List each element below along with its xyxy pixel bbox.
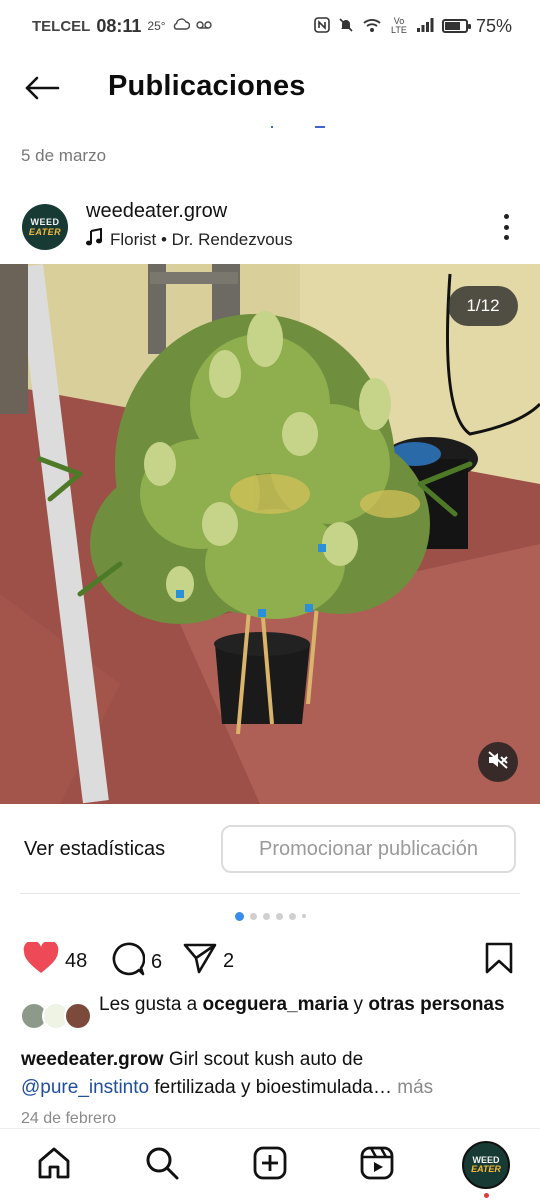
nav-create[interactable] <box>250 1145 290 1185</box>
carousel-dot <box>275 912 283 920</box>
home-icon <box>36 1145 72 1186</box>
post-date: 24 de febrero <box>21 1110 117 1127</box>
insights-row: Ver estadísticas Promocionar publicación <box>0 822 540 878</box>
carousel-dot <box>288 912 296 920</box>
more-options-button[interactable] <box>494 210 518 244</box>
comment-icon[interactable] <box>109 942 146 982</box>
plus-square-icon <box>252 1145 288 1186</box>
status-bar: TELCEL 08:11 25° Vo LTE 75% <box>0 0 540 52</box>
signal-icon <box>416 17 434 36</box>
arrow-left-icon <box>24 76 60 105</box>
wifi-icon <box>362 17 382 36</box>
liked-by[interactable]: Les gusta a oceguera_maria y otras perso… <box>0 992 540 1046</box>
comments-count[interactable]: 6 <box>151 951 162 974</box>
cloud-icon <box>172 17 190 35</box>
caption-text-2: fertilizada y bioestimulada… <box>149 1077 392 1098</box>
save-button[interactable] <box>484 942 514 979</box>
more-vertical-icon <box>503 214 509 219</box>
share-action[interactable]: 2 <box>183 942 234 980</box>
like-action[interactable]: 48 <box>23 940 87 980</box>
avatar-text-top: WEED <box>30 216 60 227</box>
nav-home[interactable] <box>34 1145 74 1185</box>
send-icon[interactable] <box>183 942 217 980</box>
view-insights-link[interactable]: Ver estadísticas <box>24 838 165 861</box>
avatar <box>64 1002 92 1030</box>
carousel-dot-active <box>234 911 244 921</box>
post-actions: 48 6 2 <box>0 936 540 982</box>
search-icon <box>144 1145 180 1186</box>
liked-by-prefix: Les gusta a <box>99 994 203 1015</box>
shares-count[interactable]: 2 <box>223 950 234 973</box>
carousel-indicator <box>0 910 540 922</box>
volume-off-icon <box>487 750 509 775</box>
battery-icon <box>441 19 471 33</box>
liked-by-middle: y <box>348 994 369 1015</box>
promote-post-button[interactable]: Promocionar publicación <box>221 825 516 873</box>
liked-by-text: Les gusta a oceguera_maria y otras perso… <box>99 992 519 1017</box>
page-title: Publicaciones <box>108 70 306 102</box>
post-header: WEED EATER weedeater.grow Florist • Dr. … <box>0 196 540 258</box>
reels-icon <box>359 1145 395 1186</box>
status-left: TELCEL 08:11 25° <box>32 16 212 37</box>
liked-by-others[interactable]: otras personas <box>368 994 504 1015</box>
status-right: Vo LTE 75% <box>314 16 512 37</box>
clock: 08:11 <box>96 15 142 36</box>
carrier-name: TELCEL <box>32 17 91 35</box>
profile-avatar[interactable]: WEED EATER <box>22 204 68 250</box>
post-image[interactable]: 1/12 <box>0 264 540 804</box>
mute-button[interactable] <box>478 742 518 782</box>
carousel-dot <box>301 914 306 918</box>
caption-mention[interactable]: @pure_instinto <box>21 1077 149 1098</box>
caption-more-link[interactable]: más <box>392 1077 433 1098</box>
voicemail-icon <box>195 17 212 35</box>
progress-dashes <box>268 126 328 132</box>
post-username[interactable]: weedeater.grow <box>86 200 227 223</box>
nav-profile[interactable]: WEED EATER <box>462 1141 510 1189</box>
divider <box>20 893 520 894</box>
post-date-header: 5 de marzo <box>21 146 107 165</box>
nav-reels[interactable] <box>357 1145 397 1185</box>
heart-filled-icon[interactable] <box>23 940 59 980</box>
carousel-dot <box>262 912 270 920</box>
likes-count[interactable]: 48 <box>65 950 87 973</box>
top-app-bar: Publicaciones <box>0 60 540 120</box>
image-counter: 1/12 <box>448 286 518 326</box>
temperature: 25° <box>147 19 166 33</box>
bottom-navigation: WEED EATER <box>0 1128 540 1200</box>
carousel-dot <box>249 912 257 920</box>
notification-dot <box>484 1193 489 1198</box>
avatar-text-bottom: EATER <box>28 226 62 237</box>
music-attribution[interactable]: Florist • Dr. Rendezvous <box>86 227 293 251</box>
liked-by-user[interactable]: oceguera_maria <box>203 994 349 1015</box>
nfc-icon <box>314 16 330 36</box>
network-type: Vo LTE <box>391 16 407 35</box>
post-caption: weedeater.grow Girl scout kush auto de @… <box>21 1046 521 1102</box>
back-button[interactable] <box>22 70 62 110</box>
caption-username[interactable]: weedeater.grow <box>21 1049 164 1070</box>
profile-text-bottom: EATER <box>471 1164 501 1174</box>
caption-text: Girl scout kush auto de <box>163 1049 364 1070</box>
battery-percent: 75% <box>475 15 512 36</box>
comment-action[interactable]: 6 <box>109 942 162 982</box>
bookmark-icon[interactable] <box>484 942 514 978</box>
liker-avatars <box>20 1002 94 1032</box>
silent-bell-icon <box>338 17 354 36</box>
music-label: Florist • Dr. Rendezvous <box>110 229 293 249</box>
cannabis-plant-photo <box>0 264 540 804</box>
nav-search[interactable] <box>142 1145 182 1185</box>
music-note-icon <box>86 227 102 251</box>
